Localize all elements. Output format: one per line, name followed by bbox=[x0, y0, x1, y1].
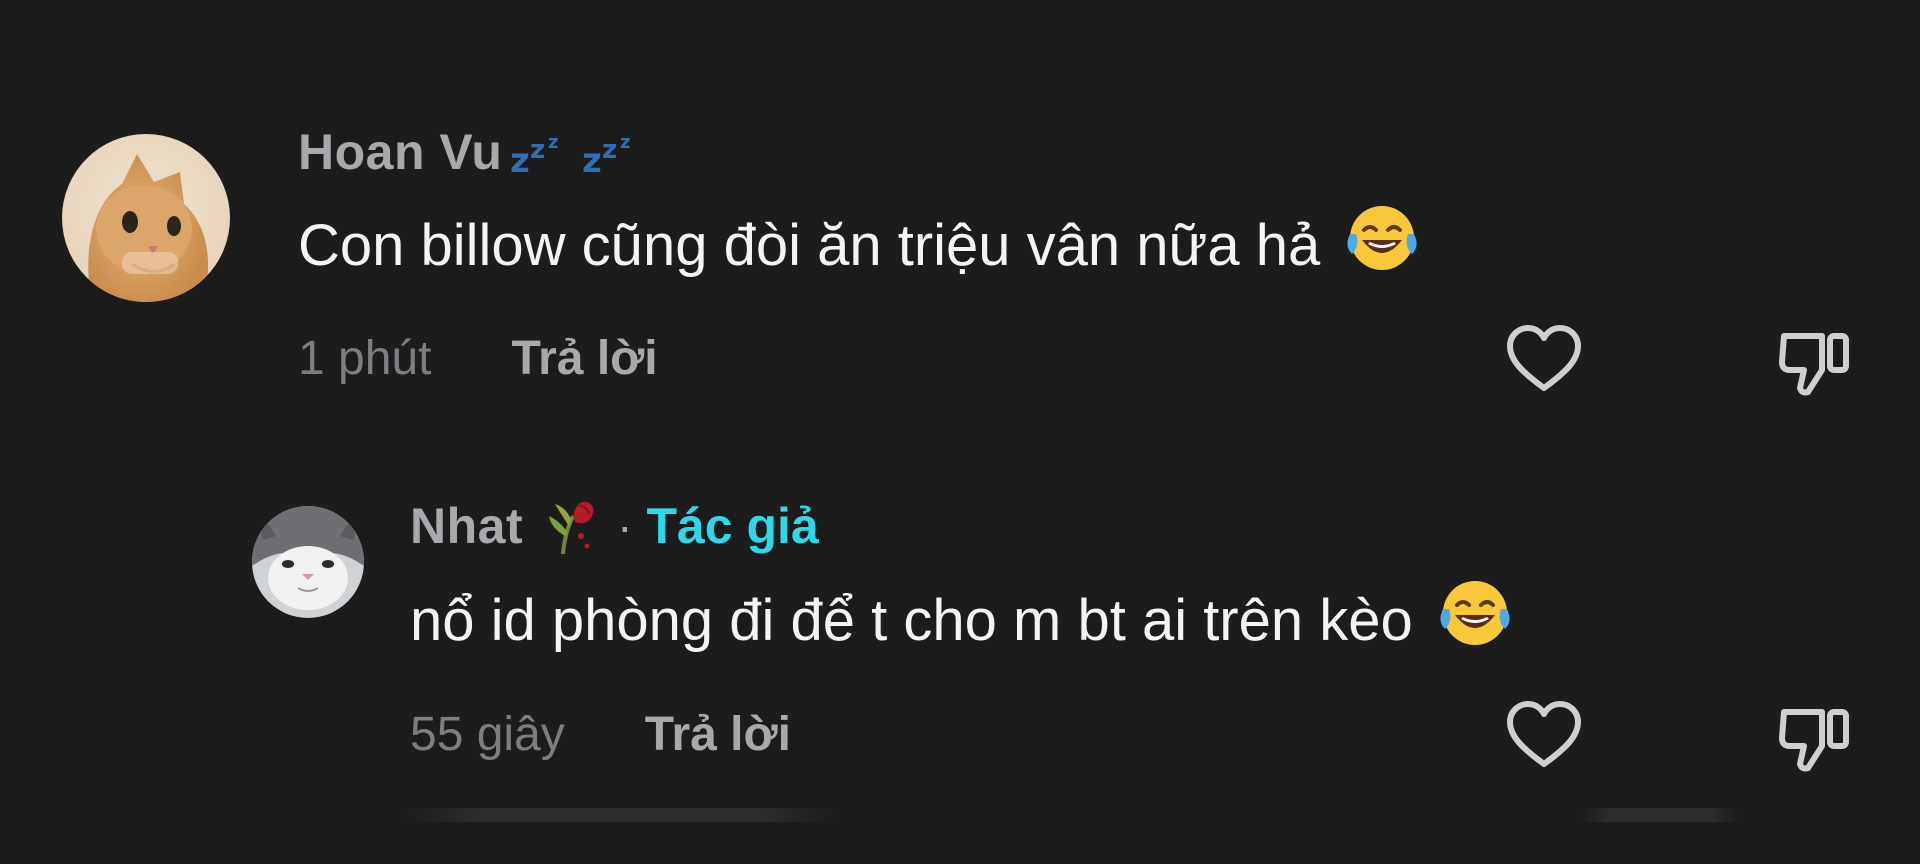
like-button[interactable] bbox=[1504, 322, 1584, 396]
svg-text:z: z bbox=[620, 132, 630, 153]
comment-item: Nhat · Tác giả nổ id phòng đi để t cho m… bbox=[0, 440, 1920, 800]
username[interactable]: Hoan Vu bbox=[298, 123, 502, 181]
author-badge: Tác giả bbox=[646, 498, 819, 554]
thumbs-down-outline-icon bbox=[1779, 333, 1849, 396]
svg-text:z: z bbox=[602, 135, 617, 165]
wilted-rose-icon bbox=[543, 492, 599, 561]
timestamp: 1 phút bbox=[298, 331, 432, 385]
gray-white-cat-avatar-icon bbox=[252, 506, 364, 618]
zzz-icon: z z z z z z bbox=[506, 122, 656, 183]
comment-meta: 55 giây Trả lời bbox=[410, 706, 791, 762]
username-row: Nhat · Tác giả bbox=[410, 496, 819, 556]
comment-meta: 1 phút Trả lời bbox=[298, 330, 658, 386]
svg-text:z: z bbox=[548, 132, 558, 153]
avatar[interactable] bbox=[252, 506, 364, 618]
comment-text: nổ id phòng đi để t cho m bt ai trên kèo bbox=[410, 580, 1515, 660]
next-comment-fade bbox=[400, 808, 840, 822]
next-comment-fade bbox=[1580, 808, 1740, 822]
username-row: Hoan Vu z z z z z z bbox=[298, 122, 656, 183]
reply-button[interactable]: Trả lời bbox=[511, 331, 657, 386]
orange-cat-avatar-icon bbox=[62, 134, 230, 302]
like-button[interactable] bbox=[1504, 698, 1584, 772]
comment-body: Con billow cũng đòi ăn triệu vân nữa hả bbox=[298, 212, 1321, 278]
heart-outline-icon bbox=[1507, 701, 1581, 767]
avatar[interactable] bbox=[62, 134, 230, 302]
laughing-tears-emoji-icon bbox=[1435, 575, 1515, 665]
svg-text:z: z bbox=[530, 135, 545, 165]
dislike-button[interactable] bbox=[1776, 700, 1856, 776]
svg-text:z: z bbox=[510, 141, 530, 178]
laughing-tears-emoji-icon bbox=[1342, 200, 1422, 290]
svg-text:z: z bbox=[582, 141, 602, 178]
separator-dot: · bbox=[617, 500, 633, 552]
thumbs-down-outline-icon bbox=[1779, 709, 1849, 772]
reply-button[interactable]: Trả lời bbox=[645, 707, 791, 762]
comment-item: Hoan Vu z z z z z z Con billow cũng đòi … bbox=[0, 0, 1920, 400]
dislike-button[interactable] bbox=[1776, 324, 1856, 400]
comment-body: nổ id phòng đi để t cho m bt ai trên kèo bbox=[410, 587, 1413, 653]
heart-outline-icon bbox=[1507, 325, 1581, 391]
timestamp: 55 giây bbox=[410, 707, 565, 761]
username[interactable]: Nhat bbox=[410, 497, 523, 555]
comments-screen: Hoan Vu z z z z z z Con billow cũng đòi … bbox=[0, 0, 1920, 864]
comment-text: Con billow cũng đòi ăn triệu vân nữa hả bbox=[298, 205, 1422, 285]
